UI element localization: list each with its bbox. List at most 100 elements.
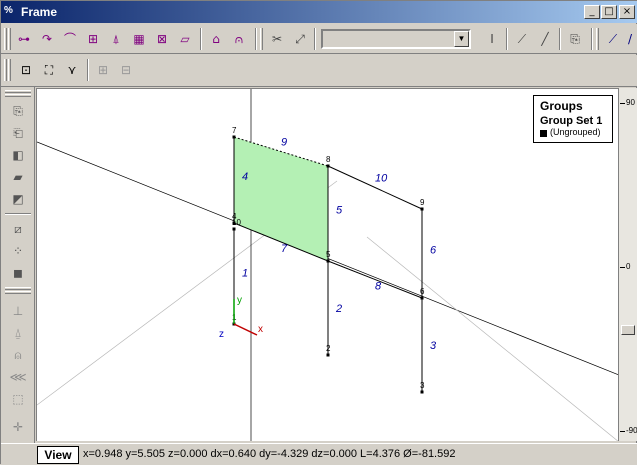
properties-icon[interactable]: ⎘ [564,28,586,50]
frame-node[interactable] [326,353,330,357]
extrude-icon[interactable]: ◩ [7,189,29,209]
group-icon[interactable]: ⊞ [92,59,114,81]
groups-legend[interactable]: Groups Group Set 1 (Ungrouped) [533,95,613,143]
fill-icon[interactable]: ◼ [7,263,29,283]
toolbar-separator [314,28,316,50]
group-item-ungrouped[interactable]: (Ungrouped) [550,127,601,137]
node-label: 5 [326,250,331,259]
member-label: 3 [430,340,437,352]
toolbar-main: ⊶ ↷ ⌒ ⊞ ⍋ ▦ ⊠ ⏥ ⌂ ⩀ ✂ ⤢ ▼ I ⟋ ╱ ⎘ ⟋ / [1,24,637,54]
toolbar-selection: ⊡ ⛶ ⋎ ⊞ ⊟ [1,55,637,87]
title-bar[interactable]: % Frame _ □ × [1,1,637,23]
member-label: 6 [430,245,437,257]
spring-support-icon[interactable]: ⋘ [7,367,29,387]
tower-icon[interactable]: ⍋ [105,28,127,50]
member-label: 4 [242,171,248,183]
toolbar-separator [559,28,561,50]
ungroup-icon[interactable]: ⊟ [115,59,137,81]
member-draw-icon-2[interactable]: / [623,28,637,50]
copy-along-icon[interactable]: ⎗ [7,123,29,143]
member-label: 10 [375,173,388,185]
ruler-tick [620,103,625,104]
chevron-down-icon[interactable]: ▼ [454,31,469,47]
select-region-icon[interactable]: ⬚ [7,389,29,409]
toolbar-grip[interactable] [5,94,31,97]
node-label: 6 [420,287,425,296]
model-viewport[interactable]: 12345678910 12345678910 y x z Groups Gro… [36,88,618,441]
coordinate-readout: x=0.948 y=5.505 z=0.000 dx=0.640 dy=-4.3… [83,448,456,460]
skew-icon[interactable]: ▰ [7,167,29,187]
copy-icon[interactable]: ⎘ [7,101,29,121]
close-button[interactable]: × [619,5,635,19]
frame-model-drawing[interactable]: 12345678910 12345678910 y x z [37,89,618,441]
grid-icon[interactable]: ▦ [128,28,150,50]
join-member-icon[interactable]: ⤢ [289,28,311,50]
toolbar-grip[interactable] [4,28,7,50]
ruler-label-top: 90 [626,98,635,107]
select-members-icon[interactable]: ⋎ [61,59,83,81]
text-cursor-icon[interactable]: I [481,28,503,50]
arch-icon[interactable]: ⩀ [228,28,250,50]
z-axis-label: z [219,329,224,340]
draw-line-icon[interactable]: ⟋ [511,28,533,50]
frame-node[interactable] [420,390,424,394]
select-nodes-icon[interactable]: ⛶ [38,59,60,81]
maximize-button[interactable]: □ [601,5,617,19]
truss-icon[interactable]: ⊠ [151,28,173,50]
toolbar-separator [255,28,257,50]
arc-icon[interactable]: ⌒ [59,28,81,50]
toolbar-grip[interactable] [8,59,11,81]
split-member-icon[interactable]: ✂ [266,28,288,50]
ruler-label-bottom: -90 [626,426,637,435]
member-draw-icon[interactable]: ⟋ [602,28,624,50]
toolbar-grip[interactable] [5,291,31,294]
mirror-icon[interactable]: ◧ [7,145,29,165]
node-line-icon[interactable]: ⊶ [13,28,35,50]
window-title: Frame [21,5,58,19]
toolbar-separator [506,28,508,50]
toolbar-grip[interactable] [596,28,599,50]
group-set-name[interactable]: Group Set 1 [540,115,602,127]
scrollbar-thumb[interactable] [621,325,635,335]
section-combo[interactable]: ▼ [321,29,471,49]
select-box-icon[interactable]: ⊡ [15,59,37,81]
member-label: 8 [375,281,382,293]
toolbar-grip[interactable] [4,59,7,81]
roller-support-icon[interactable]: ⍝ [7,345,29,365]
frame-node[interactable] [420,207,424,211]
toolbar-separator [5,213,31,215]
intersect-icon[interactable]: ⁘ [7,241,29,261]
frame-node[interactable] [232,135,236,139]
x-axis-arrow [233,323,258,336]
deck-icon[interactable]: ⏥ [174,28,196,50]
rotation-scrollbar[interactable]: 90 0 -90 [618,88,637,441]
toolbar-grip[interactable] [5,287,31,290]
frame-node[interactable] [326,164,330,168]
ruler-label-mid: 0 [626,262,631,271]
frame-node[interactable] [420,296,424,300]
node-label: 10 [232,218,241,227]
toolbar-grip[interactable] [260,28,263,50]
toolbar-grip[interactable] [5,90,31,93]
member-curve-icon[interactable]: ↷ [36,28,58,50]
grid-frame-icon[interactable]: ⊞ [82,28,104,50]
node-label: 9 [420,198,425,207]
groups-title: Groups [540,99,583,113]
node-icon[interactable]: ✛ [7,417,29,437]
erase-line-icon[interactable]: ╱ [534,28,556,50]
pin-support-icon[interactable]: ⍙ [7,323,29,343]
member-label: 7 [281,243,288,255]
frame-node[interactable] [326,259,330,263]
construction-line [366,236,618,441]
roof-icon[interactable]: ⌂ [205,28,227,50]
minimize-button[interactable]: _ [584,5,600,19]
toolbar-separator [200,28,202,50]
frame-node[interactable] [232,227,236,231]
frame-app-icon[interactable]: % [4,5,18,19]
support-icon[interactable]: ⊥ [7,301,29,321]
node-label: 3 [420,381,425,390]
y-axis-label: y [237,295,242,306]
divide-icon[interactable]: ⧄ [7,219,29,239]
toolbar-grip[interactable] [8,28,11,50]
tab-view[interactable]: View [37,446,79,464]
